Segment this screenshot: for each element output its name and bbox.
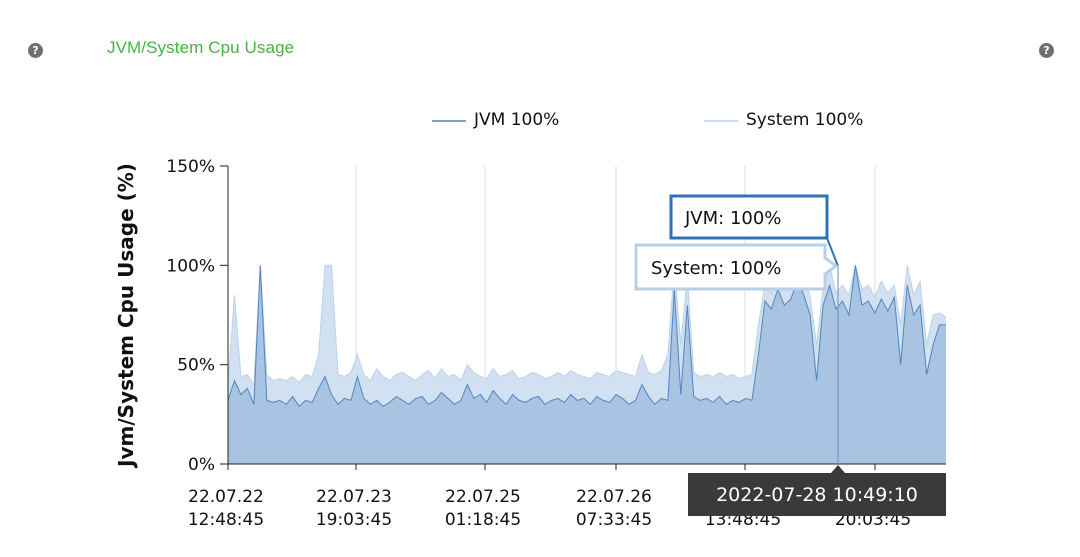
x-tick-time: 12:48:45 [188, 510, 264, 530]
tooltip-jvm-text: JVM: 100% [684, 208, 781, 229]
x-tick-time: 07:33:45 [576, 510, 652, 530]
y-tick-label: 50% [177, 356, 215, 376]
x-tick-time: 01:18:45 [445, 510, 521, 530]
y-tick-label: 150% [166, 157, 215, 177]
y-tick-label: 100% [166, 256, 215, 276]
x-tick-date: 22.07.26 [576, 487, 652, 507]
y-ticks: 0% 50% 100% 150% [166, 157, 228, 475]
y-axis-label: Jvm/System Cpu Usage (%) [114, 163, 138, 469]
legend: JVM 100% System 100% [432, 110, 863, 130]
crosshair-time-label: 2022-07-28 10:49:10 [688, 465, 946, 516]
crosshair-time-text: 2022-07-28 10:49:10 [716, 484, 918, 506]
x-tick-date: 22.07.22 [188, 487, 264, 507]
x-tick-time: 19:03:45 [316, 510, 392, 530]
tooltip-system: System: 100% [634, 243, 839, 291]
legend-system-label: System 100% [746, 110, 863, 130]
tooltip-system-text: System: 100% [651, 258, 781, 279]
y-tick-label: 0% [188, 455, 215, 475]
cpu-usage-chart: 0% 50% 100% 150% 22.07.22 12:48:45 22.07.23 19… [114, 110, 947, 530]
legend-jvm-label: JVM 100% [473, 110, 559, 130]
x-tick-date: 22.07.23 [316, 487, 392, 507]
x-tick-date: 22.07.25 [445, 487, 521, 507]
